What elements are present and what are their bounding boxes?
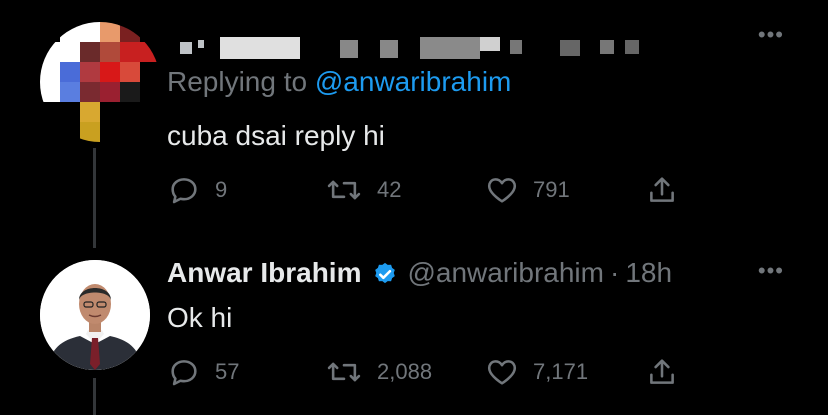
share-icon [650,177,674,202]
profile-photo [40,260,150,370]
retweet-icon [327,362,361,382]
like-button[interactable]: 7,171 [485,355,588,389]
thread-line-top [93,148,96,248]
reply-button[interactable]: 9 [167,173,227,207]
main-tweet-header: Anwar Ibrahim @anwaribrahim · 18h [167,257,672,289]
retweet-button[interactable]: 42 [325,173,401,207]
replying-handle-link[interactable]: @anwaribrahim [315,66,512,97]
pixelated-avatar-image [40,22,160,142]
reply-tweet-text: cuba dsai reply hi [167,120,385,151]
display-name[interactable]: Anwar Ibrahim [167,257,361,289]
share-button[interactable] [645,173,679,207]
retweet-icon [327,180,361,200]
reply-button[interactable]: 57 [167,355,239,389]
main-tweet-actions: 57 2,088 7,171 [167,355,687,389]
share-icon [650,359,674,384]
retweet-count: 2,088 [377,359,433,384]
avatar[interactable] [40,260,150,370]
reply-icon [171,360,197,386]
replying-prefix: Replying to [167,66,308,97]
timestamp[interactable]: 18h [625,257,672,289]
like-count: 791 [533,177,570,202]
reply-count: 9 [215,177,228,202]
verified-badge-icon [371,259,399,287]
like-icon [487,178,517,203]
replying-to: Replying to @anwaribrahim [167,66,511,98]
thread-line-bottom [93,378,96,415]
reply-tweet-actions: 9 42 791 [167,173,687,207]
like-button[interactable]: 791 [485,173,570,207]
like-icon [487,360,517,385]
main-tweet-text: Ok hi [167,302,233,333]
retweet-button[interactable]: 2,088 [325,355,432,389]
like-count: 7,171 [533,359,589,384]
more-icon[interactable]: ••• [758,258,784,284]
avatar[interactable] [40,22,160,142]
reply-count: 57 [215,359,240,384]
share-button[interactable] [645,355,679,389]
separator-dot: · [609,257,620,288]
user-handle[interactable]: @anwaribrahim [407,257,604,289]
retweet-count: 42 [377,177,402,202]
more-icon[interactable]: ••• [758,22,784,48]
reply-icon [171,178,197,204]
